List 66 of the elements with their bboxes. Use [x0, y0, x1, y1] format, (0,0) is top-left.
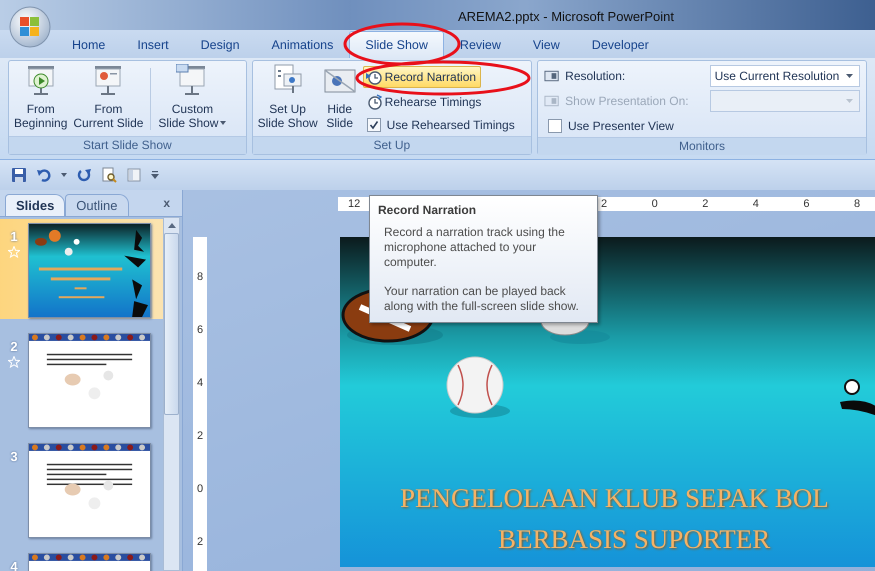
ruler-label: 4 — [196, 377, 204, 390]
tooltip-text: Your narration can be played back along with the full-screen slide show. — [384, 284, 580, 314]
slide-number: 4 — [10, 559, 18, 571]
slide-number: 3 — [10, 449, 18, 464]
repeat-icon[interactable] — [76, 167, 92, 183]
checkbox-label: Use Presenter View — [568, 119, 674, 133]
slide-title: BERBASIS SUPORTER — [498, 524, 770, 555]
caret-icon — [846, 74, 854, 78]
ribbon-button[interactable]: Record Narration — [362, 66, 482, 88]
ribbon-tab[interactable]: Developer — [576, 31, 665, 58]
group-label: Start Slide Show — [9, 136, 246, 154]
clock-icon — [366, 94, 382, 110]
ribbon-tab[interactable]: Review — [444, 31, 517, 58]
ribbon-tab[interactable]: Slide Show — [349, 31, 444, 58]
group-label: Monitors — [538, 137, 866, 155]
checkbox[interactable] — [548, 119, 562, 133]
ribbon-button[interactable]: From Current Slide — [70, 64, 146, 136]
ribbon-tab[interactable]: Insert — [121, 31, 185, 58]
pane-tab[interactable]: Outline — [65, 194, 128, 216]
ribbon-tab[interactable]: Animations — [256, 31, 350, 58]
ruler-label: 6 — [803, 197, 810, 211]
dropdown[interactable]: Use Current Resolution — [710, 65, 860, 87]
close-button[interactable]: x — [157, 195, 176, 211]
customize-toolbar-icon[interactable] — [151, 171, 159, 179]
caret-icon — [846, 99, 854, 103]
monitor-icon — [544, 94, 560, 108]
tooltip-text: Record a narration track using the microphone attached to your computer. — [384, 225, 566, 270]
ruler-label: 12 — [348, 197, 360, 211]
pane-tab[interactable]: Slides — [5, 194, 66, 216]
ribbon-button[interactable]: Hide Slide — [320, 64, 359, 136]
monitor-icon — [544, 69, 560, 83]
slide-number: 1 — [10, 229, 18, 244]
ribbon-tab[interactable]: Home — [56, 31, 122, 58]
ruler-label: 0 — [652, 197, 658, 211]
scrollbar[interactable] — [163, 217, 180, 571]
ribbon-tab[interactable]: Design — [184, 31, 256, 58]
field-label: Resolution: — [565, 69, 626, 83]
window-title: AREMA2.pptx - Microsoft PowerPoint — [458, 9, 674, 24]
ruler-label: 2 — [196, 430, 204, 443]
print-preview-icon[interactable] — [101, 167, 117, 183]
ribbon-button[interactable]: From Beginning — [11, 64, 70, 136]
clock-icon — [366, 69, 382, 85]
ribbon-tab[interactable]: View — [516, 31, 576, 58]
field-label: Show Presentation On: — [565, 94, 690, 108]
tooltip-title: Record Narration — [378, 203, 478, 217]
save-icon[interactable] — [11, 167, 27, 183]
ribbon-button[interactable]: Rehearse Timings — [362, 91, 486, 113]
ruler-label: 8 — [196, 271, 204, 284]
ribbon-button[interactable]: Set Up Slide Show — [254, 64, 321, 136]
ruler-label: 4 — [752, 197, 759, 211]
ruler-label: 2 — [702, 197, 708, 211]
ribbon-button[interactable]: Custom Slide Show — [155, 64, 230, 136]
undo-icon[interactable] — [36, 167, 52, 183]
slide-title: PENGELOLAAN KLUB SEPAK BOL — [400, 483, 829, 514]
ruler-label: 2 — [601, 197, 608, 211]
ruler-label: 2 — [196, 536, 204, 549]
ruler-label: 8 — [854, 197, 860, 211]
checkbox-label: Use Rehearsed Timings — [386, 118, 515, 132]
ruler-label: 6 — [196, 324, 204, 337]
ruler-label: 0 — [196, 483, 204, 496]
checkbox[interactable] — [366, 118, 381, 132]
group-label: Set Up — [252, 136, 531, 154]
slide-sorter-icon[interactable] — [126, 167, 142, 183]
caret-icon[interactable] — [61, 173, 67, 177]
slide-number: 2 — [10, 339, 18, 354]
scroll-up-icon[interactable] — [168, 223, 176, 228]
